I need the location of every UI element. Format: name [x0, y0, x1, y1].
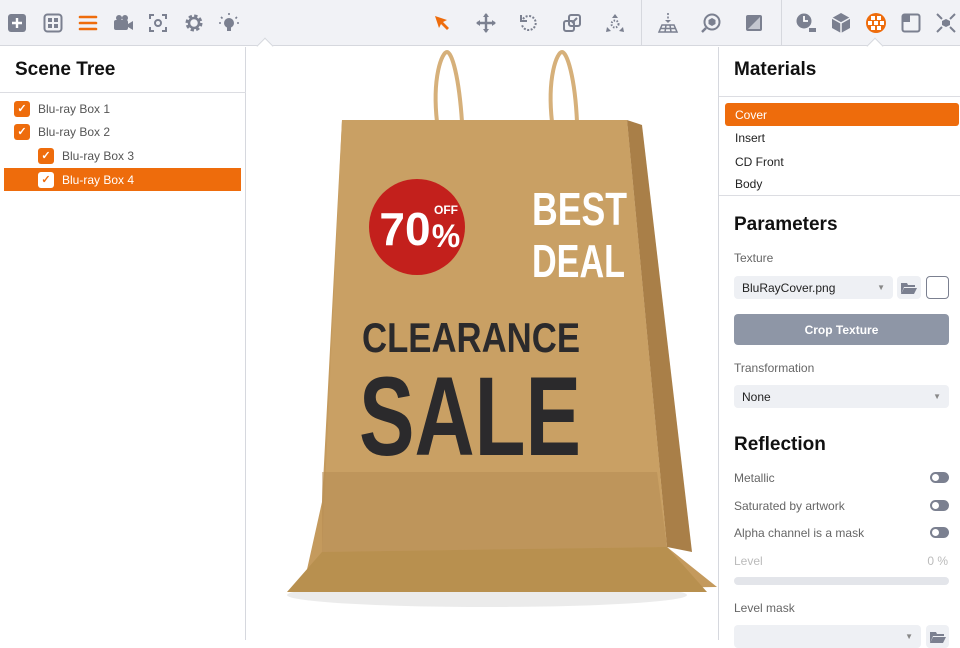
view-object-icon[interactable] [697, 9, 725, 37]
alpha-mask-label: Alpha channel is a mask [734, 526, 865, 540]
level-mask-label: Level mask [734, 601, 795, 615]
rotate-icon[interactable] [515, 9, 543, 37]
explode-icon[interactable] [601, 9, 629, 37]
viewport[interactable]: 70 OFF % BEST DEAL CLEARANCE SALE [247, 47, 718, 640]
tree-item-label: Blu-ray Box 1 [38, 101, 111, 116]
camera-icon[interactable] [109, 9, 137, 37]
level-mask-browse-button[interactable] [926, 625, 949, 648]
tree-item-label: Blu-ray Box 3 [62, 148, 135, 163]
materials-title: Materials [734, 59, 817, 80]
chevron-down-icon: ▼ [933, 392, 941, 401]
badge-percent-text: 70 [379, 203, 430, 255]
tree-item-label: Blu-ray Box 4 [62, 172, 135, 187]
metallic-toggle[interactable] [930, 472, 949, 483]
deal-text: DEAL [532, 235, 625, 287]
material-item-cd-front[interactable]: CD Front [725, 150, 959, 173]
texture-select[interactable]: BluRayCover.png ▼ [734, 276, 893, 299]
frame-icon[interactable] [897, 9, 925, 37]
transformation-label: Transformation [734, 361, 815, 375]
scene-tree-title: Scene Tree [15, 59, 116, 80]
texture-value: BluRayCover.png [742, 280, 836, 295]
checkbox-icon[interactable]: ✓ [14, 100, 30, 117]
metallic-label: Metallic [734, 471, 775, 485]
drop-to-floor-icon[interactable] [654, 9, 682, 37]
saturated-label: Saturated by artwork [734, 499, 845, 513]
material-item-body[interactable]: Body [725, 174, 959, 194]
level-label: Level [734, 554, 763, 568]
tree-item-label: Blu-ray Box 2 [38, 124, 111, 139]
transformation-select[interactable]: None ▼ [734, 385, 949, 408]
badge-off-text: OFF [434, 203, 458, 217]
materials-icon[interactable] [862, 9, 890, 37]
light-icon[interactable] [215, 9, 243, 37]
checkbox-icon[interactable]: ✓ [14, 123, 30, 140]
texture-browse-button[interactable] [897, 276, 921, 299]
level-slider[interactable] [734, 577, 949, 585]
materials-panel: Materials Cover Insert CD Front Body Par… [718, 47, 960, 648]
scene-tree-icon[interactable] [74, 9, 102, 37]
badge-sign-text: % [432, 218, 460, 254]
shadow-icon[interactable] [740, 9, 768, 37]
folder-icon [929, 631, 946, 643]
scale-icon[interactable] [558, 9, 586, 37]
focus-icon[interactable] [144, 9, 172, 37]
settings-icon[interactable] [180, 9, 208, 37]
texture-label: Texture [734, 251, 774, 265]
tree-item-blu-ray-box-2[interactable]: ✓ Blu-ray Box 2 [14, 120, 241, 143]
texture-color-swatch[interactable] [926, 276, 949, 299]
parameters-title: Parameters [734, 214, 838, 235]
animation-icon[interactable] [792, 9, 820, 37]
checkbox-icon[interactable]: ✓ [38, 171, 54, 188]
saturated-toggle[interactable] [930, 500, 949, 511]
material-item-cover[interactable]: Cover [725, 103, 959, 126]
tree-item-blu-ray-box-4[interactable]: ✓ Blu-ray Box 4 [4, 168, 241, 191]
fit-icon[interactable] [932, 9, 960, 37]
toolbar [0, 0, 960, 55]
alpha-mask-toggle[interactable] [930, 527, 949, 538]
tree-item-blu-ray-box-3[interactable]: ✓ Blu-ray Box 3 [4, 144, 241, 167]
move-icon[interactable] [472, 9, 500, 37]
level-value: 0 % [927, 554, 948, 568]
level-mask-select[interactable]: ▼ [734, 625, 921, 648]
reflection-title: Reflection [734, 434, 826, 455]
select-arrow-icon[interactable] [428, 9, 456, 37]
checkbox-icon[interactable]: ✓ [38, 147, 54, 164]
add-icon[interactable] [3, 9, 31, 37]
best-text: BEST [532, 183, 627, 235]
chevron-down-icon: ▼ [877, 283, 885, 292]
transformation-value: None [742, 389, 771, 404]
scene-tree-panel: Scene Tree ✓ Blu-ray Box 1 ✓ Blu-ray Box 2… [0, 47, 246, 640]
shopping-bag-model: 70 OFF % BEST DEAL CLEARANCE SALE [287, 50, 717, 607]
material-item-insert[interactable]: Insert [725, 126, 959, 149]
object-icon[interactable] [827, 9, 855, 37]
layout-icon[interactable] [39, 9, 67, 37]
crop-texture-button[interactable]: Crop Texture [734, 314, 949, 345]
tree-item-blu-ray-box-1[interactable]: ✓ Blu-ray Box 1 [14, 97, 241, 120]
sale-text: SALE [359, 354, 581, 479]
folder-icon [901, 282, 917, 294]
